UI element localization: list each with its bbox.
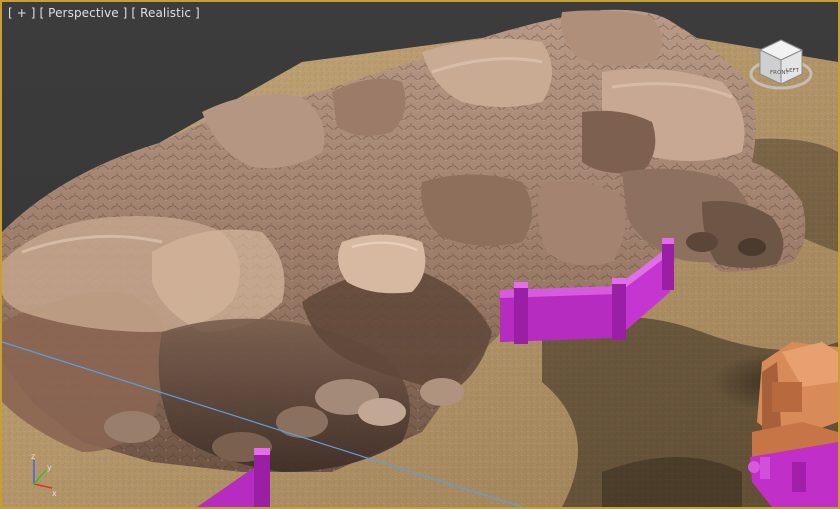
axis-y-label: y (47, 463, 52, 472)
perspective-viewport[interactable]: [ + ] [ Perspective ] [ Realistic ] FRON… (0, 0, 840, 509)
viewport-menu-view[interactable]: [ Perspective ] (39, 6, 127, 20)
viewcube-icon[interactable]: FRONT LEFT (746, 32, 816, 102)
viewport-menu-plus[interactable]: [ + ] (8, 6, 36, 20)
viewport-scene[interactable] (2, 2, 838, 507)
axis-x-label: x (52, 489, 57, 498)
viewport-label: [ + ] [ Perspective ] [ Realistic ] (8, 6, 200, 20)
axis-z-label: z (31, 452, 35, 461)
viewport-menu-shading[interactable]: [ Realistic ] (131, 6, 199, 20)
viewcube-left-label[interactable]: LEFT (786, 68, 800, 74)
axis-tripod-icon: z y x (22, 450, 62, 498)
